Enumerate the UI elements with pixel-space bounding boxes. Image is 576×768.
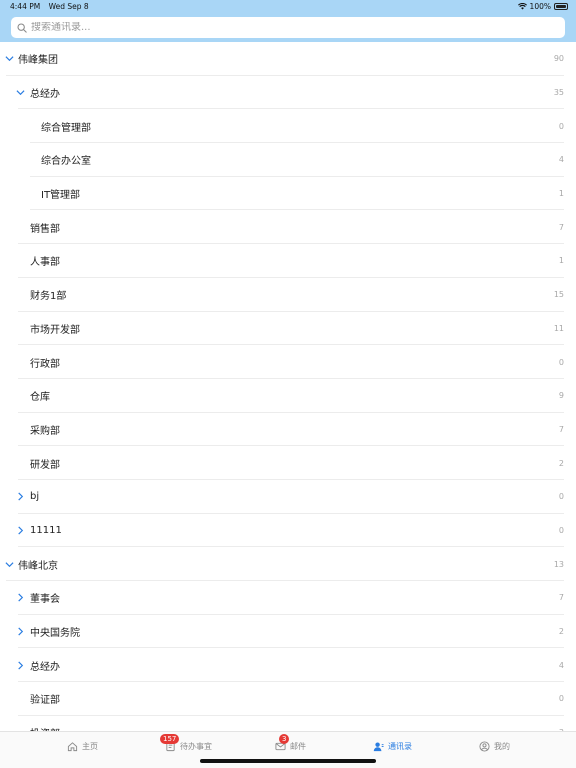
chevron-right-icon[interactable] xyxy=(16,627,25,636)
member-count: 7 xyxy=(558,222,564,232)
search-input[interactable] xyxy=(31,22,531,33)
status-date: Wed Sep 8 xyxy=(48,2,89,11)
search-icon xyxy=(17,22,27,33)
tree-row[interactable]: 研发部 2 xyxy=(0,446,576,480)
tab-profile[interactable]: 我的 xyxy=(479,738,510,754)
member-count: 0 xyxy=(558,525,564,535)
member-count: 2 xyxy=(558,458,564,468)
chevron-right-icon[interactable] xyxy=(16,593,25,602)
tree-row-label: 研发部 xyxy=(30,459,60,471)
tab-contacts[interactable]: 通讯录 xyxy=(373,738,412,754)
tree-row[interactable]: 中央国务院 2 xyxy=(0,615,576,649)
home-icon xyxy=(67,741,78,751)
chevron-down-icon[interactable] xyxy=(5,560,14,569)
status-bar: 4:44 PM Wed Sep 8 100% xyxy=(0,0,576,14)
member-count: 4 xyxy=(558,155,564,165)
member-count: 4 xyxy=(558,660,564,670)
tree-row-label: 总经办 xyxy=(30,661,60,673)
chevron-right-icon[interactable] xyxy=(16,492,25,501)
header-bar: 4:44 PM Wed Sep 8 100% xyxy=(0,0,576,42)
battery-icon xyxy=(554,3,568,10)
tree-row[interactable]: 11111 0 xyxy=(0,514,576,548)
tab-label: 通讯录 xyxy=(388,741,412,751)
tab-label: 邮件 xyxy=(290,741,306,751)
tree-row-label: 伟峰集团 xyxy=(18,55,58,67)
member-count: 13 xyxy=(553,559,564,569)
member-count: 15 xyxy=(553,290,564,300)
tree-row[interactable]: IT管理部 1 xyxy=(0,177,576,211)
tree-row-label: 市场开发部 xyxy=(30,324,80,336)
tree-row-label: 综合管理部 xyxy=(41,122,91,134)
tree-row[interactable]: 综合管理部 0 xyxy=(0,109,576,144)
contacts-tree-list: 伟峰集团 90 总经办 35 综合管理部 0 综合办公室 4 IT管理部 1 销售部 7 人事部 1 财务1… xyxy=(0,42,576,731)
tree-row[interactable]: 验证部 0 xyxy=(0,682,576,716)
member-count: 7 xyxy=(558,593,564,603)
tree-row[interactable]: 投资部3 xyxy=(0,716,576,731)
tree-row[interactable]: bj 0 xyxy=(0,480,576,514)
notification-badge: 157 xyxy=(160,734,180,744)
home-indicator xyxy=(200,759,376,763)
tree-row-label: 人事部 xyxy=(30,257,60,269)
member-count: 2 xyxy=(558,627,564,637)
tab-home[interactable]: 主页 xyxy=(67,738,98,754)
search-bar[interactable] xyxy=(11,17,565,38)
tree-row[interactable]: 总经办 4 xyxy=(0,648,576,683)
tree-row-label: 行政部 xyxy=(30,358,60,370)
member-count: 0 xyxy=(558,357,564,367)
member-count: 35 xyxy=(553,88,564,98)
tree-row[interactable]: 总经办 35 xyxy=(0,76,576,110)
tree-row-label: IT管理部 xyxy=(41,190,81,202)
chevron-down-icon[interactable] xyxy=(5,54,14,63)
member-count: 1 xyxy=(558,256,564,266)
tree-row-label: 综合办公室 xyxy=(41,156,91,168)
member-count: 11 xyxy=(553,323,564,333)
tree-row[interactable]: 采购部 7 xyxy=(0,413,576,447)
status-time: 4:44 PM xyxy=(10,2,41,11)
tree-row[interactable]: 综合办公室 4 xyxy=(0,143,576,177)
tree-row-label: 验证部 xyxy=(30,695,60,707)
tree-row[interactable]: 市场开发部 11 xyxy=(0,312,576,346)
member-count: 9 xyxy=(558,391,564,401)
member-count: 90 xyxy=(553,54,564,64)
tree-row-label: 11111 xyxy=(30,524,62,536)
tab-label: 待办事宜 xyxy=(180,741,212,751)
tree-row[interactable]: 行政部 0 xyxy=(0,345,576,379)
tree-row-label: 董事会 xyxy=(30,594,60,606)
tree-row[interactable]: 伟峰集团 90 xyxy=(0,42,576,76)
member-count: 1 xyxy=(558,189,564,199)
tree-row-label: 中央国务院 xyxy=(30,628,80,640)
tree-row[interactable]: 伟峰北京 13 xyxy=(0,547,576,581)
member-count: 0 xyxy=(558,694,564,704)
member-count: 0 xyxy=(558,121,564,131)
tree-row-label: bj xyxy=(30,491,40,503)
tree-row[interactable]: 人事部 1 xyxy=(0,244,576,278)
tree-row-label: 伟峰北京 xyxy=(18,560,58,572)
tab-label: 我的 xyxy=(494,741,510,751)
tree-row-label: 采购部 xyxy=(30,425,60,437)
contacts-icon xyxy=(373,741,384,751)
chevron-right-icon[interactable] xyxy=(16,526,25,535)
tab-label: 主页 xyxy=(82,741,98,751)
chevron-down-icon[interactable] xyxy=(16,88,25,97)
wifi-icon xyxy=(517,3,527,10)
tree-row-label: 销售部 xyxy=(30,223,60,235)
tree-row[interactable]: 销售部 7 xyxy=(0,210,576,245)
battery-percent: 100% xyxy=(529,2,551,11)
profile-icon xyxy=(479,740,490,752)
member-count: 0 xyxy=(558,492,564,502)
tree-row-label: 仓库 xyxy=(30,392,50,404)
tree-row-label: 总经办 xyxy=(30,89,60,101)
member-count: 7 xyxy=(558,424,564,434)
tree-row[interactable]: 仓库 9 xyxy=(0,379,576,413)
tree-row[interactable]: 财务1部 15 xyxy=(0,278,576,312)
tree-row[interactable]: 董事会 7 xyxy=(0,581,576,615)
chevron-right-icon[interactable] xyxy=(16,661,25,670)
tree-row-label: 财务1部 xyxy=(30,291,67,303)
